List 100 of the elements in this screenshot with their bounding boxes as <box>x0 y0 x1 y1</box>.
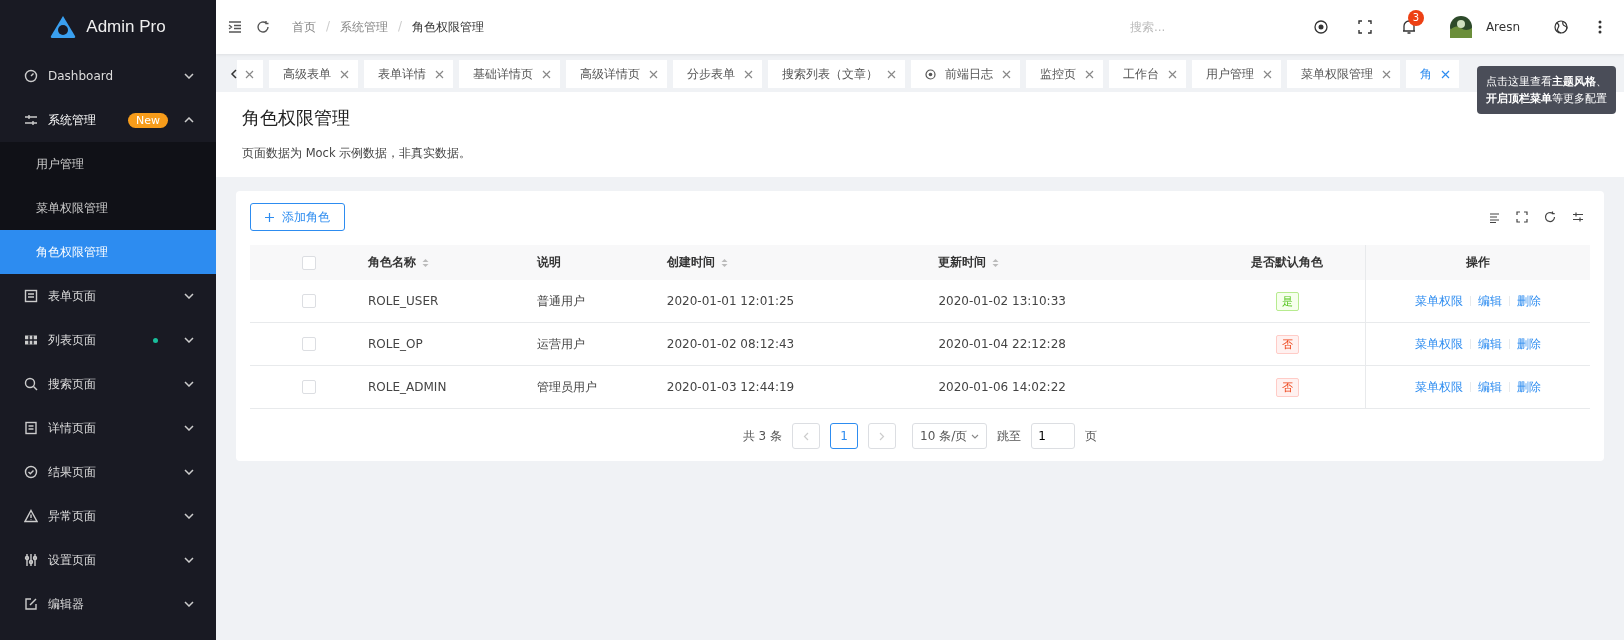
refresh-icon[interactable] <box>256 20 270 34</box>
action-link[interactable]: 菜单权限 <box>1415 293 1463 308</box>
tab[interactable]: 角 <box>1406 60 1459 88</box>
jump-label: 跳至 <box>997 427 1022 445</box>
menu-fold-icon[interactable] <box>228 21 242 33</box>
close-icon[interactable] <box>340 69 349 79</box>
density-icon[interactable] <box>1489 211 1500 223</box>
close-icon[interactable] <box>887 69 896 79</box>
chevron-left-icon <box>803 431 810 441</box>
form-icon <box>24 289 38 303</box>
menu-item[interactable]: 异常页面 <box>0 494 216 538</box>
tab[interactable]: 高级表单 <box>269 60 358 88</box>
add-role-button[interactable]: 添加角色 <box>250 203 345 231</box>
bell-icon[interactable] <box>1401 19 1416 35</box>
action-link[interactable]: 菜单权限 <box>1415 379 1463 394</box>
close-icon[interactable] <box>1382 69 1391 79</box>
action-link[interactable]: 编辑 <box>1478 336 1502 351</box>
column-header[interactable]: 更新时间 <box>937 245 1210 280</box>
close-icon[interactable] <box>245 69 254 79</box>
tab[interactable]: 监控页 <box>1026 60 1103 88</box>
chevron-left-icon[interactable] <box>230 69 237 79</box>
column-header[interactable]: 创建时间 <box>665 245 938 280</box>
action-link[interactable]: 编辑 <box>1478 293 1502 308</box>
tooltip: 点击这里查看主题风格、 开启顶栏菜单等更多配置 <box>1477 66 1616 114</box>
table-cell: ROLE_USER <box>367 280 536 323</box>
tab[interactable]: 分步表单 <box>673 60 762 88</box>
action-link[interactable]: 删除 <box>1517 293 1541 308</box>
close-icon[interactable] <box>542 69 551 79</box>
breadcrumb-link[interactable]: 首页 <box>292 18 316 36</box>
sort-icon[interactable] <box>422 257 429 268</box>
action-link[interactable]: 删除 <box>1517 379 1541 394</box>
sliders-icon <box>24 113 38 127</box>
column-header: 操作 <box>1365 245 1590 280</box>
menu-item[interactable]: 搜索页面 <box>0 362 216 406</box>
close-icon[interactable] <box>1168 69 1177 79</box>
table-cell: 2020-01-03 12:44:19 <box>665 365 938 409</box>
globe-icon[interactable] <box>1554 20 1568 34</box>
fullscreen-icon[interactable] <box>1357 20 1372 34</box>
chevron-down-icon <box>184 425 194 431</box>
close-icon[interactable] <box>1002 69 1011 79</box>
tab[interactable]: 菜单权限管理 <box>1287 60 1400 88</box>
menu-item[interactable]: 编辑器 <box>0 582 216 626</box>
close-icon[interactable] <box>1263 69 1272 79</box>
submenu-item[interactable]: 菜单权限管理 <box>0 186 216 230</box>
action-link[interactable]: 菜单权限 <box>1415 336 1463 351</box>
breadcrumb-link[interactable]: 角色权限管理 <box>412 18 485 36</box>
close-icon[interactable] <box>435 69 444 79</box>
menu-label: 搜索页面 <box>48 375 97 393</box>
column-header[interactable]: 角色名称 <box>367 245 536 280</box>
table-cell: 运营用户 <box>535 322 666 366</box>
tab[interactable]: 工作台 <box>1109 60 1186 88</box>
tab[interactable]: 前端日志 <box>911 60 1020 88</box>
breadcrumb-separator: / <box>398 18 403 35</box>
tab[interactable]: 基础详情页 <box>459 60 560 88</box>
close-icon[interactable] <box>649 69 658 79</box>
fullscreen-icon[interactable] <box>1516 211 1528 223</box>
menu-item[interactable]: 系统管理 New <box>0 98 216 142</box>
page-size-select[interactable]: 10 条/页 <box>912 423 988 449</box>
chevron-right-icon <box>879 431 886 441</box>
chevron-down-icon <box>184 381 194 387</box>
menu-item[interactable]: 表单页面 <box>0 274 216 318</box>
gauge-icon <box>24 69 38 83</box>
chevron-down-icon <box>184 601 194 607</box>
sliders-icon[interactable] <box>1572 211 1584 223</box>
menu-item[interactable]: 设置页面 <box>0 538 216 582</box>
menu-item[interactable]: 详情页面 <box>0 406 216 450</box>
menu-item[interactable]: 列表页面 <box>0 318 216 362</box>
table-cell: 2020-01-02 08:12:43 <box>665 322 938 366</box>
table-cell: 2020-01-02 13:10:33 <box>937 280 1210 323</box>
row-checkbox[interactable] <box>301 294 316 309</box>
tab[interactable]: 搜索列表（文章） <box>768 60 905 88</box>
close-icon[interactable] <box>1441 69 1450 79</box>
more-icon[interactable] <box>1598 20 1602 34</box>
select-all-checkbox[interactable] <box>301 255 316 270</box>
action-link[interactable]: 编辑 <box>1478 379 1502 394</box>
action-link[interactable]: 删除 <box>1517 336 1541 351</box>
breadcrumb-link[interactable]: 系统管理 <box>340 18 389 36</box>
user-name[interactable]: Aresn <box>1485 20 1520 34</box>
sort-icon[interactable] <box>720 257 728 268</box>
page-button[interactable]: 1 <box>830 423 859 449</box>
column-header: 说明 <box>535 245 666 280</box>
tab[interactable]: 用户管理 <box>1192 60 1281 88</box>
close-icon[interactable] <box>1085 69 1094 79</box>
menu-item[interactable]: Dashboard <box>0 54 216 98</box>
close-icon[interactable] <box>744 69 753 79</box>
page-jump-field[interactable]: 1 <box>1031 423 1076 449</box>
table-cell: ROLE_OP <box>367 322 536 366</box>
menu-item[interactable]: 结果页面 <box>0 450 216 494</box>
tab[interactable]: 高级详情页 <box>566 60 667 88</box>
target-icon[interactable] <box>1313 20 1328 34</box>
row-checkbox[interactable] <box>301 337 316 352</box>
avatar[interactable] <box>1449 16 1472 38</box>
page-title: 角色权限管理 <box>242 106 351 130</box>
submenu-item[interactable]: 用户管理 <box>0 142 216 186</box>
row-checkbox[interactable] <box>301 380 316 395</box>
refresh-icon[interactable] <box>1544 211 1556 223</box>
sort-icon[interactable] <box>992 257 1000 268</box>
status-tag: 否 <box>1275 334 1299 354</box>
tab[interactable]: 表单详情 <box>364 60 453 88</box>
menu-label: 编辑器 <box>48 595 85 613</box>
